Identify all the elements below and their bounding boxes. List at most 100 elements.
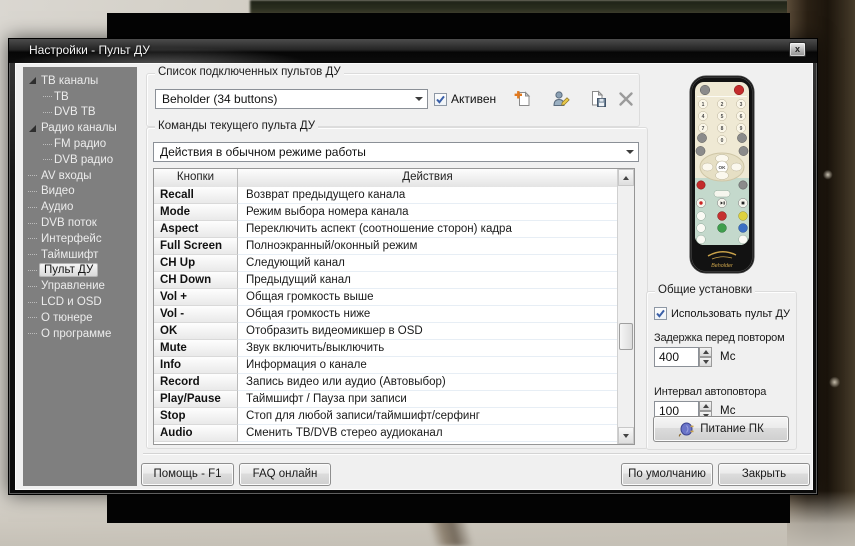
defaults-button[interactable]: По умолчанию	[621, 463, 713, 486]
sidebar-item-label: Управление	[41, 280, 105, 292]
active-checkbox[interactable]: Активен	[434, 92, 496, 106]
scrollbar-thumb[interactable]	[619, 323, 633, 350]
sidebar-tree: ТВ каналыТВDVB ТВРадио каналыFM радио DVB…	[23, 67, 137, 342]
command-button-cell: Audio	[154, 425, 238, 442]
remote-select[interactable]: Beholder (34 buttons)	[155, 89, 428, 109]
close-button[interactable]: Закрыть	[718, 463, 810, 486]
sidebar-item-label: О программе	[41, 328, 111, 340]
command-action-cell: Возврат предыдущего канала	[238, 187, 617, 204]
command-row[interactable]: ModeРежим выбора номера канала	[154, 204, 617, 221]
checkmark-icon	[435, 94, 446, 105]
command-button-cell: Mode	[154, 204, 238, 221]
sidebar-item[interactable]: DVB ТВ	[23, 105, 137, 121]
close-window-button[interactable]: x	[789, 42, 806, 57]
command-action-cell: Следующий канал	[238, 255, 617, 272]
tree-dots	[28, 238, 37, 239]
scroll-down-button[interactable]	[618, 427, 634, 444]
step-down-icon[interactable]	[699, 357, 712, 367]
delete-remote-icon	[616, 89, 636, 109]
header-actions[interactable]: Действия	[238, 169, 617, 187]
svg-text:7: 7	[702, 126, 705, 132]
command-row[interactable]: Vol +Общая громкость выше	[154, 289, 617, 306]
scroll-up-button[interactable]	[618, 169, 634, 186]
svg-text:8: 8	[721, 126, 724, 132]
command-row[interactable]: AudioСменить ТВ/DVB стерео аудиоканал	[154, 425, 617, 442]
command-row[interactable]: CH DownПредыдущий канал	[154, 272, 617, 289]
step-up-icon[interactable]	[699, 401, 712, 411]
footer-divider	[143, 453, 811, 455]
command-row[interactable]: Vol -Общая громкость ниже	[154, 306, 617, 323]
command-row[interactable]: RecallВозврат предыдущего канала	[154, 187, 617, 204]
help-button[interactable]: Помощь - F1	[141, 463, 234, 486]
repeat-delay-stepper[interactable]	[699, 347, 712, 367]
command-row[interactable]: MuteЗвук включить/выключить	[154, 340, 617, 357]
sidebar-item[interactable]: FM радио	[23, 136, 137, 152]
command-row[interactable]: RecordЗапись видео или аудио (Автовыбор)	[154, 374, 617, 391]
sidebar-item-label: Пульт ДУ	[39, 263, 98, 277]
command-row[interactable]: StopСтоп для любой записи/таймшифт/серфи…	[154, 408, 617, 425]
sidebar-item[interactable]: AV входы	[23, 168, 137, 184]
tree-dots	[28, 254, 37, 255]
sidebar-item[interactable]: Радио каналы	[23, 120, 137, 136]
command-button-cell: Play/Pause	[154, 391, 238, 408]
sidebar-item[interactable]: DVB поток	[23, 215, 137, 231]
sidebar-item[interactable]: Интерфейс	[23, 231, 137, 247]
sidebar-item[interactable]: Таймшифт	[23, 247, 137, 263]
save-remote-button[interactable]	[587, 88, 609, 110]
remote-control-image: 1234567890 OK	[688, 75, 756, 275]
checkbox-box	[654, 307, 667, 320]
edit-remote-button[interactable]	[550, 88, 572, 110]
commands-table: Кнопки Действия RecallВозврат предыдущег…	[153, 168, 635, 445]
sidebar-item[interactable]: ТВ	[23, 89, 137, 105]
sidebar-item[interactable]: Пульт ДУ	[23, 263, 137, 279]
command-row[interactable]: OKОтобразить видеомикшер в OSD	[154, 323, 617, 340]
command-button-cell: CH Up	[154, 255, 238, 272]
faq-online-button[interactable]: FAQ онлайн	[239, 463, 331, 486]
vertical-scrollbar[interactable]	[617, 169, 634, 444]
header-buttons[interactable]: Кнопки	[154, 169, 238, 187]
tree-expander-icon[interactable]	[28, 76, 37, 85]
screen: Настройки - Пульт ДУ x ТВ каналыТВDVB ТВ…	[0, 0, 855, 546]
command-row[interactable]: CH UpСледующий канал	[154, 255, 617, 272]
command-row[interactable]: InfoИнформация о канале	[154, 357, 617, 374]
tree-dots	[28, 286, 37, 287]
command-action-cell: Запись видео или аудио (Автовыбор)	[238, 374, 617, 391]
command-button-cell: OK	[154, 323, 238, 340]
command-row[interactable]: Play/PauseТаймшифт / Пауза при записи	[154, 391, 617, 408]
repeat-delay-row: 400 Мс	[654, 347, 735, 367]
command-action-cell: Таймшифт / Пауза при записи	[238, 391, 617, 408]
sidebar-item[interactable]: DVB радио	[23, 152, 137, 168]
command-button-cell: Mute	[154, 340, 238, 357]
sidebar-item[interactable]: Аудио	[23, 199, 137, 215]
delete-remote-button[interactable]	[615, 88, 637, 110]
sidebar-item-label: DVB радио	[54, 154, 113, 166]
step-up-icon[interactable]	[699, 347, 712, 357]
remotes-group: Список подключенных пультов ДУ Beholder …	[146, 73, 640, 127]
save-remote-icon	[588, 89, 608, 109]
power-plug-icon	[678, 421, 694, 437]
titlebar[interactable]: Настройки - Пульт ДУ x	[9, 39, 817, 63]
tree-dots	[43, 112, 52, 113]
add-remote-button[interactable]	[512, 88, 534, 110]
sidebar-item[interactable]: ТВ каналы	[23, 73, 137, 89]
svg-text:6: 6	[740, 114, 743, 120]
pc-power-button[interactable]: Питание ПК	[653, 416, 789, 442]
repeat-delay-input[interactable]: 400	[654, 347, 699, 367]
command-action-cell: Стоп для любой записи/таймшифт/серфинг	[238, 408, 617, 425]
command-action-cell: Звук включить/выключить	[238, 340, 617, 357]
command-row[interactable]: Full ScreenПолноэкранный/оконный режим	[154, 238, 617, 255]
sidebar-item[interactable]: Управление	[23, 278, 137, 294]
general-settings-group: Общие установки Использовать пульт ДУ За…	[646, 291, 797, 450]
command-mode-select[interactable]: Действия в обычном режиме работы	[153, 142, 639, 162]
use-remote-checkbox[interactable]: Использовать пульт ДУ	[654, 307, 790, 320]
command-action-cell: Отобразить видеомикшер в OSD	[238, 323, 617, 340]
sidebar-item[interactable]: Видео	[23, 184, 137, 200]
repeat-interval-label: Интервал автоповтора	[654, 386, 766, 398]
command-action-cell: Общая громкость выше	[238, 289, 617, 306]
sidebar-item[interactable]: LCD и OSD	[23, 294, 137, 310]
command-button-cell: Aspect	[154, 221, 238, 238]
command-row[interactable]: AspectПереключить аспект (соотношение ст…	[154, 221, 617, 238]
tree-expander-icon[interactable]	[28, 124, 37, 133]
sidebar-item[interactable]: О тюнере	[23, 310, 137, 326]
sidebar-item[interactable]: О программе	[23, 326, 137, 342]
